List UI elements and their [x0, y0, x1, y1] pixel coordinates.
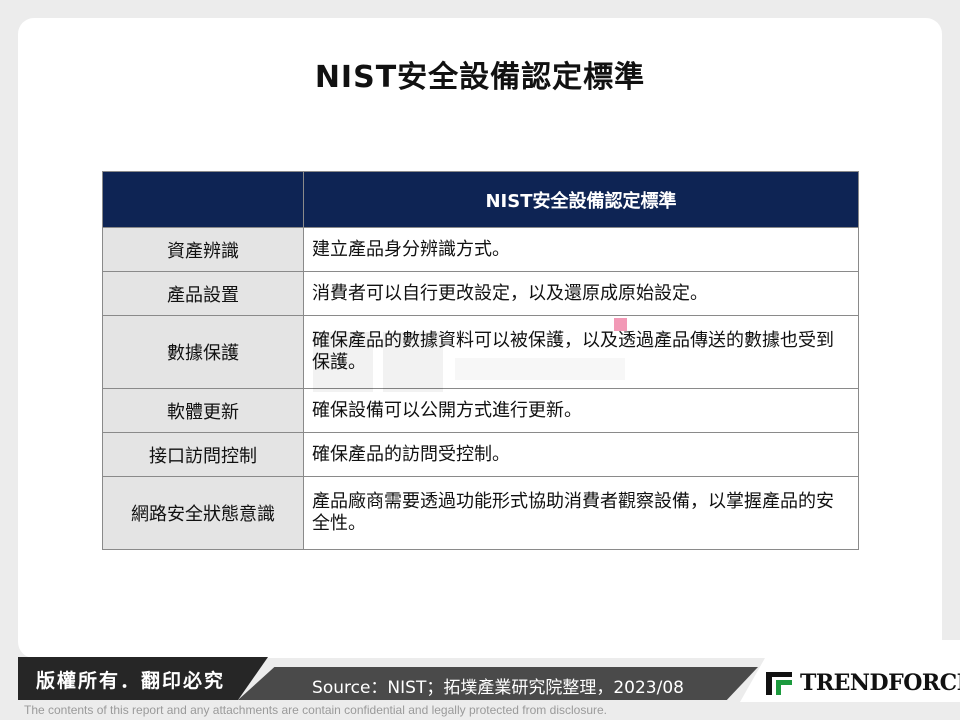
row-category: 產品設置 [102, 271, 304, 316]
table-header-row: NIST安全設備認定標準 [102, 171, 859, 228]
row-category: 軟體更新 [102, 388, 304, 433]
row-description: 確保產品的訪問受控制。 [303, 432, 859, 477]
row-description: 消費者可以自行更改設定，以及還原成原始設定。 [303, 271, 859, 316]
header-cell-blank [102, 171, 304, 228]
disclaimer-text: The contents of this report and any atta… [24, 703, 607, 717]
copyright-banner: 版權所有．翻印必究 [18, 657, 268, 700]
trendforce-logo-icon [766, 672, 792, 695]
trendforce-logo: TRENDFORCE [764, 668, 960, 698]
table-row: 接口訪問控制 確保產品的訪問受控制。 [102, 432, 859, 477]
table-row: 產品設置 消費者可以自行更改設定，以及還原成原始設定。 [102, 271, 859, 316]
row-category: 接口訪問控制 [102, 432, 304, 477]
row-category: 資產辨識 [102, 227, 304, 272]
row-category: 網路安全狀態意識 [102, 476, 304, 550]
source-text: Source：NIST；拓墣產業研究院整理，2023/08 [312, 678, 684, 698]
row-description: 確保設備可以公開方式進行更新。 [303, 388, 859, 433]
header-cell-title: NIST安全設備認定標準 [303, 171, 859, 228]
row-description: 確保產品的數據資料可以被保護，以及透過產品傳送的數據也受到保護。 [303, 315, 859, 389]
source-banner: Source：NIST；拓墣產業研究院整理，2023/08 [238, 667, 758, 700]
brand-name: TRENDFORCE [800, 670, 960, 696]
row-category: 數據保護 [102, 315, 304, 389]
page-title: NIST安全設備認定標準 [314, 60, 646, 95]
standards-table: NIST安全設備認定標準 資產辨識 建立產品身分辨識方式。 產品設置 消費者可以… [102, 171, 859, 550]
row-description: 建立產品身分辨識方式。 [303, 227, 859, 272]
table-row: 資產辨識 建立產品身分辨識方式。 [102, 227, 859, 272]
copyright-text: 版權所有．翻印必究 [36, 670, 226, 692]
row-description: 產品廠商需要透過功能形式協助消費者觀察設備，以掌握產品的安全性。 [303, 476, 859, 550]
table-row: 數據保護 確保產品的數據資料可以被保護，以及透過產品傳送的數據也受到保護。 [102, 315, 859, 389]
table-row: 網路安全狀態意識 產品廠商需要透過功能形式協助消費者觀察設備，以掌握產品的安全性… [102, 476, 859, 550]
table-row: 軟體更新 確保設備可以公開方式進行更新。 [102, 388, 859, 433]
